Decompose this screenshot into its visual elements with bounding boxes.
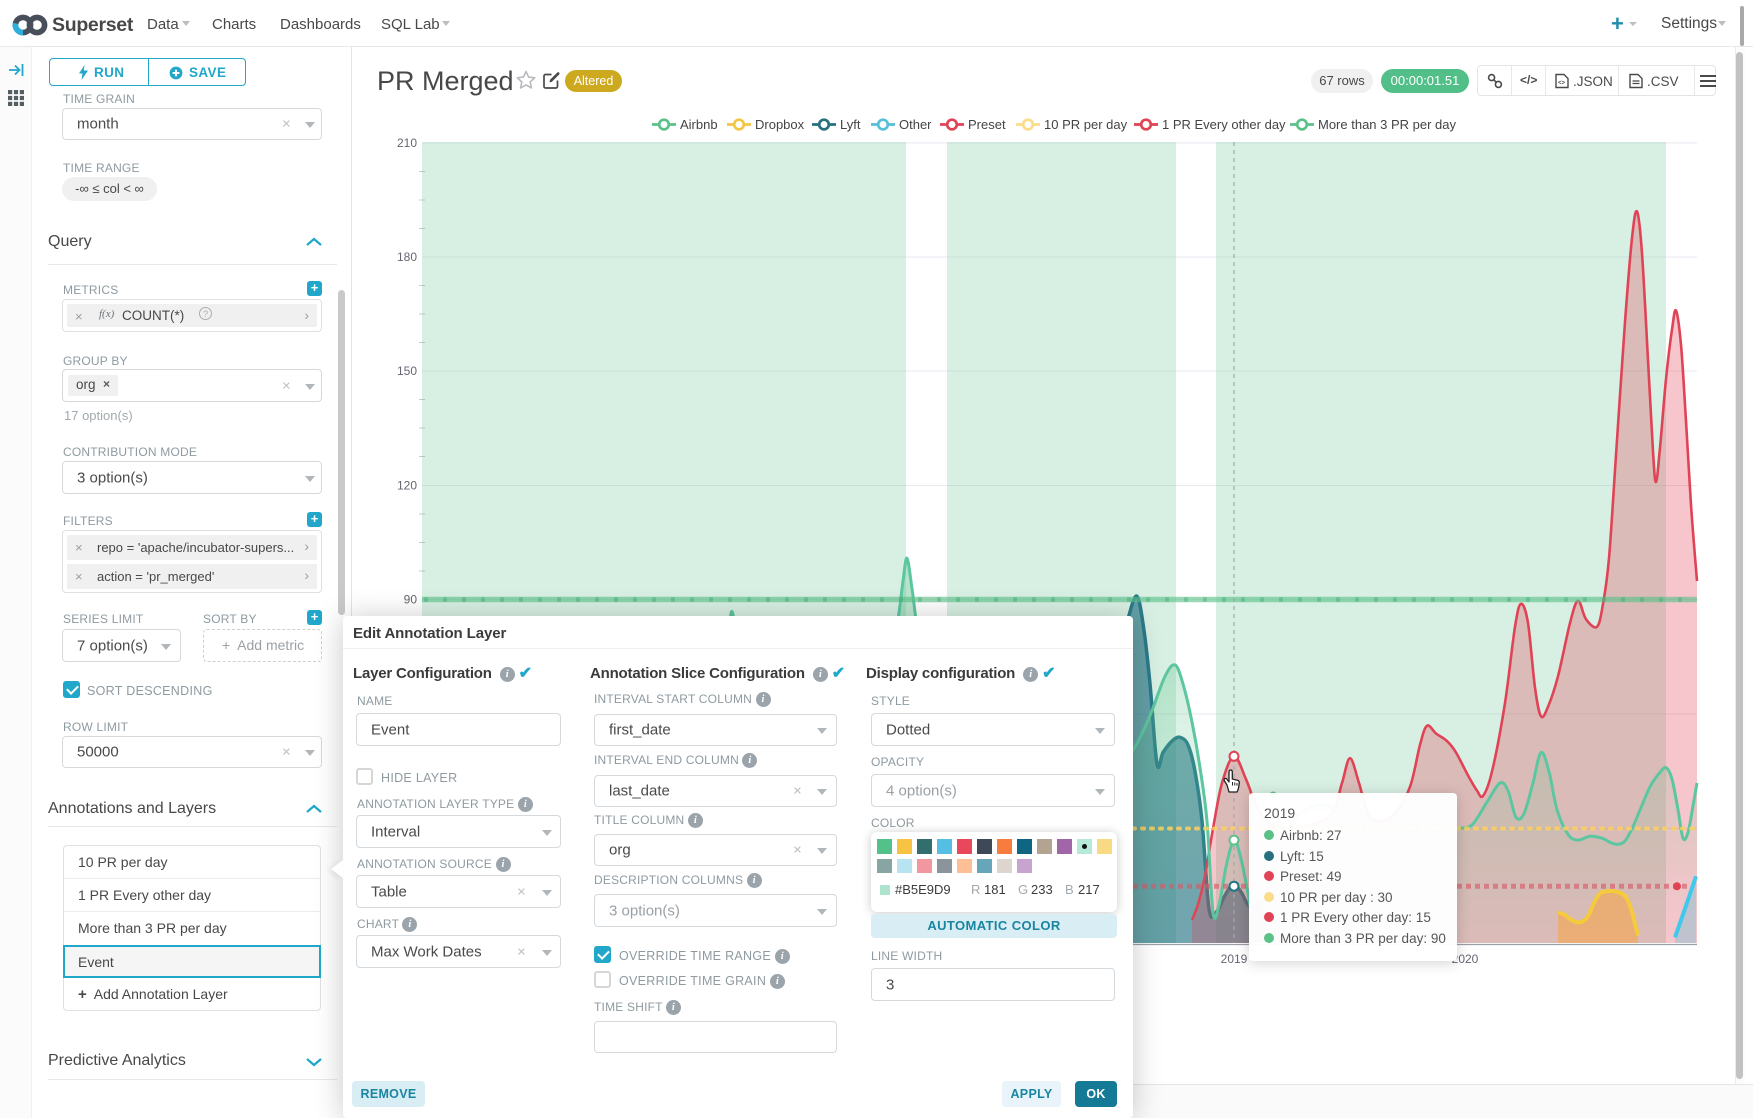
svg-text:120: 120 [397,479,417,493]
svg-text:150: 150 [397,364,417,378]
svg-text:<>: <> [1558,81,1566,87]
svg-text:210: 210 [397,136,417,150]
svg-text:2019: 2019 [1221,952,1248,966]
svg-text:90: 90 [404,593,418,607]
svg-text:180: 180 [397,250,417,264]
